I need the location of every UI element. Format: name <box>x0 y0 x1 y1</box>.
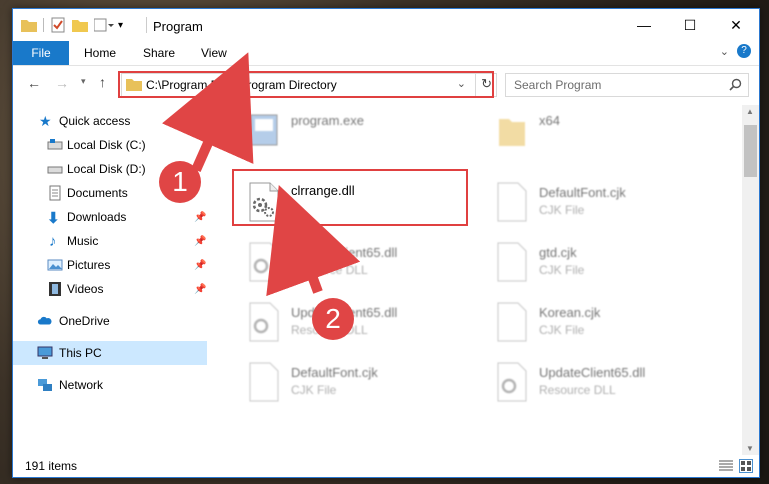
arrow-to-address-bar <box>162 52 254 173</box>
step-badge-1: 1 <box>159 161 201 203</box>
arrow-to-dll-file <box>266 185 361 297</box>
annotation-arrows <box>162 52 361 297</box>
step-badge-2: 2 <box>312 298 354 340</box>
